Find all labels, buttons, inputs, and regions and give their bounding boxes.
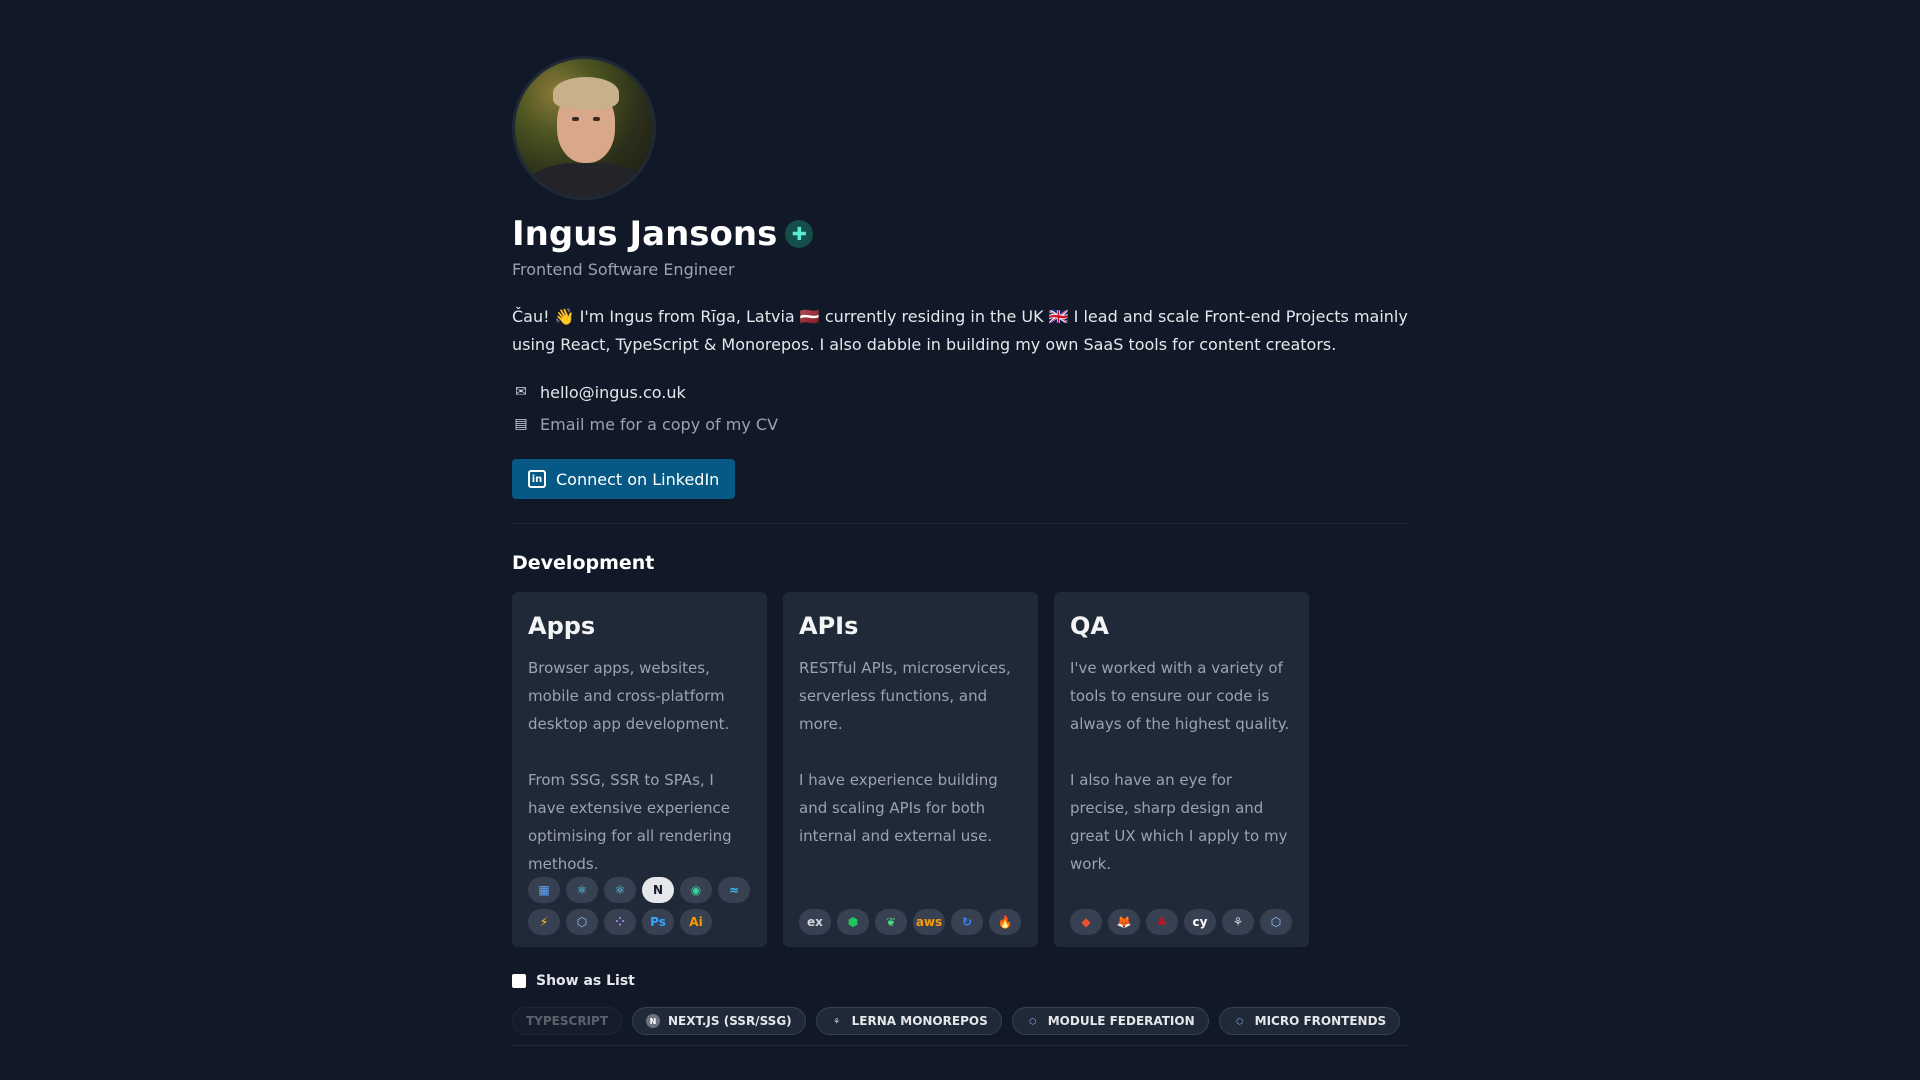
profile-title: Frontend Software Engineer [512,260,735,279]
tech-tag[interactable]: ⬡ MICRO FRONTENDS [1218,1007,1401,1035]
mail-icon: ✉ [515,384,527,400]
jest-icon[interactable]: ♣ [1146,909,1178,935]
expo-icon[interactable]: ◉ [680,877,712,903]
card-description: From SSG, SSR to SPAs, I have extensive … [528,771,732,873]
card-title: APIs [799,612,859,640]
lerna-icon: ⚘ [833,1016,841,1026]
page-title: Ingus Jansons ✚ [512,214,1408,254]
avatar-hair [553,77,619,109]
nx-icon: ⬡ [1236,1016,1244,1026]
skill-card-qa: QA I've worked with a variety of tools to… [1054,592,1309,947]
gatsby-icon[interactable]: ▦ [528,877,560,903]
card-description: RESTful APIs, microservices, serverless … [799,659,1011,733]
tech-tag[interactable]: ⬡ MODULE FEDERATION [1011,1007,1209,1035]
skill-card-apis: APIs RESTful APIs, microservices, serverl… [783,592,1038,947]
tech-tag[interactable]: ⚘ LERNA MONOREPOS [815,1007,1002,1035]
nodejs-icon[interactable]: ⬢ [837,909,869,935]
show-as-list-label: Show as List [536,973,635,989]
card-description: Browser apps, websites, mobile and cross… [528,659,730,733]
divider [512,1045,1408,1046]
profile-page: Ingus Jansons ✚ Frontend Software Engine… [512,56,1408,1046]
linkedin-icon: in [528,470,546,488]
tech-tag-label: LERNA MONOREPOS [851,1014,988,1028]
tech-tag[interactable]: TYPESCRIPT [512,1007,623,1035]
verified-badge-icon: ✚ [785,220,814,248]
avatar-shirt [527,163,647,197]
card-description: I've worked with a variety of tools to e… [1070,659,1290,733]
tailwind-icon[interactable]: ≈ [718,877,750,903]
profile-bio: Čau! 👋 I'm Ingus from Rīga, Latvia 🇱🇻 cu… [512,307,1408,354]
cypress-icon[interactable]: cy [1184,909,1216,935]
nx-icon: ⬡ [1029,1016,1037,1026]
contact-list: ✉ hello@ingus.co.uk ▤ Email me for a cop… [512,381,1408,435]
tech-icon-row: ex ⬢ ❦ aws ↻ 🔥 [799,909,1039,935]
cv-note-text: Email me for a copy of my CV [540,414,779,434]
profile-name: Ingus Jansons [512,214,778,254]
gitlab-icon[interactable]: 🦊 [1108,909,1140,935]
tech-tag-label: TYPESCRIPT [526,1014,609,1028]
cv-note: ▤ Email me for a copy of my CV [512,413,1408,435]
email-link[interactable]: ✉ hello@ingus.co.uk [512,381,1408,403]
react-icon[interactable]: ⚛ [566,877,598,903]
nx-icon[interactable]: ⬡ [566,909,598,935]
section-title: Development [512,552,655,574]
email-text: hello@ingus.co.uk [540,382,686,402]
nextjs-icon: N [646,1014,661,1028]
tech-tag[interactable]: N NEXT.JS (SSR/SSG) [632,1007,806,1035]
vite-icon[interactable]: ⚡ [528,909,560,935]
tech-tag-label: MODULE FEDERATION [1047,1014,1195,1028]
skill-card-apps: Apps Browser apps, websites, mobile and c… [512,592,767,947]
skill-cards: Apps Browser apps, websites, mobile and c… [512,592,1408,947]
serverless-icon[interactable]: ↻ [951,909,983,935]
tech-tag-carousel: TYPESCRIPT N NEXT.JS (SSR/SSG) ⚘ LERNA MONOR… [512,1007,1408,1035]
express-icon[interactable]: ex [799,909,831,935]
card-description: I have experience building and scaling A… [799,771,998,845]
card-title: Apps [528,612,596,640]
card-title: QA [1070,612,1109,640]
nextjs-icon[interactable]: N [642,877,674,903]
avatar [512,56,656,200]
tech-tag-label: MICRO FRONTENDS [1254,1014,1387,1028]
tech-icon-row: ◆ 🦊 ♣ cy ⚘ ⬡ [1070,909,1310,935]
nx-icon[interactable]: ⬡ [1260,909,1292,935]
mongodb-icon[interactable]: ❦ [875,909,907,935]
linkedin-button[interactable]: in Connect on LinkedIn [512,459,736,499]
tech-tag-label: NEXT.JS (SSR/SSG) [668,1014,792,1028]
avatar-eye [572,117,579,121]
linkedin-button-label: Connect on LinkedIn [556,469,720,489]
tech-icon-row: ▦ ⚛ ⚛ N ◉ ≈ ⚡ ⬡ ⁘ Ps Ai [528,877,768,935]
lerna-icon[interactable]: ⚘ [1222,909,1254,935]
react-native-icon[interactable]: ⚛ [604,877,636,903]
figma-icon[interactable]: ⁘ [604,909,636,935]
divider [512,523,1408,524]
card-description: I also have an eye for precise, sharp de… [1070,771,1288,873]
aws-icon[interactable]: aws [913,909,945,935]
illustrator-icon[interactable]: Ai [680,909,712,935]
photoshop-icon[interactable]: Ps [642,909,674,935]
pdf-icon: ▤ [514,416,528,432]
avatar-eye [593,117,600,121]
show-as-list-toggle[interactable]: Show as List [512,973,1408,989]
show-as-list-checkbox[interactable] [512,974,526,988]
git-icon[interactable]: ◆ [1070,909,1102,935]
firebase-icon[interactable]: 🔥 [989,909,1021,935]
